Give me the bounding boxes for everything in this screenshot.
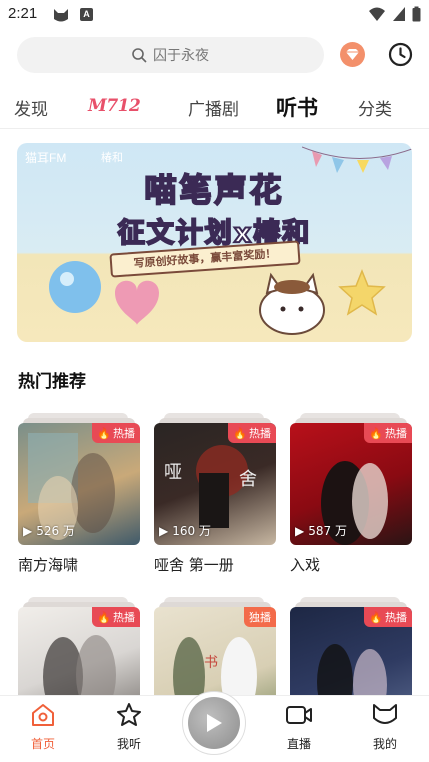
search-bar[interactable]: 囚于永夜: [17, 37, 324, 73]
play-count-icon: ▶: [23, 523, 33, 538]
nav-listen[interactable]: 我听: [99, 702, 159, 752]
bottom-nav: 首页 我听 直播 我的: [0, 692, 429, 762]
a-notification-icon: A: [80, 8, 93, 21]
tab-audiobook[interactable]: 听书: [276, 92, 318, 122]
nav-listen-label: 我听: [116, 737, 141, 751]
svg-text:舍: 舍: [239, 469, 257, 490]
tab-radio-drama[interactable]: 广播剧: [188, 95, 239, 120]
flame-icon: 🔥: [369, 610, 383, 624]
wifi-icon: [369, 7, 385, 21]
play-icon: [207, 714, 222, 732]
book-cover: 哑 舍 🔥 热播 ▶ 160 万: [154, 423, 276, 545]
banner-brand: 猫耳FM: [25, 151, 67, 165]
svg-text:书: 书: [204, 655, 218, 671]
flame-icon: 🔥: [369, 426, 383, 440]
book-title: 南方海啸: [18, 556, 79, 574]
play-count: ▶ 587 万: [295, 523, 347, 539]
tab-m712[interactable]: M712: [88, 96, 141, 116]
hot-badge: 🔥 热播: [228, 423, 276, 443]
book-cover: 🔥 热播 ▶ 587 万: [290, 423, 412, 545]
battery-icon: [412, 6, 421, 22]
nav-home[interactable]: 首页: [13, 702, 73, 752]
svg-text:哑: 哑: [164, 462, 182, 483]
signal-icon: [393, 7, 405, 21]
tab-divider: [0, 128, 429, 129]
hot-badge: 🔥 热播: [92, 607, 140, 627]
banner-title-line2: 征文计划x椿和: [117, 217, 312, 250]
play-count: ▶ 526 万: [23, 523, 75, 539]
flame-icon: 🔥: [233, 426, 247, 440]
nav-mine[interactable]: 我的: [355, 702, 415, 752]
cat-mascot-decoration: [259, 272, 325, 335]
search-icon: [132, 47, 147, 63]
history-clock-icon[interactable]: [388, 42, 413, 67]
play-count-icon: ▶: [295, 523, 305, 538]
banner-title-line1: 喵笔声花: [143, 170, 285, 210]
book-title: 哑舍 第一册: [154, 556, 234, 574]
star-decoration: [338, 268, 386, 316]
section-title-hot: 热门推荐: [18, 372, 86, 392]
flame-icon: 🔥: [97, 610, 111, 624]
hot-badge: 🔥 热播: [364, 607, 412, 627]
tab-discover[interactable]: 发现: [14, 95, 48, 120]
cat-notification-icon: [52, 6, 70, 28]
exclusive-badge: 独播: [244, 607, 276, 627]
home-icon: [32, 704, 54, 726]
nav-mine-label: 我的: [372, 737, 397, 751]
star-icon: [117, 703, 141, 726]
book-cover: 🔥 热播 ▶ 526 万: [18, 423, 140, 545]
nav-live[interactable]: 直播: [269, 702, 329, 752]
cat-face-icon: [373, 704, 397, 724]
gem-button[interactable]: [340, 42, 365, 67]
banner-partner: 椿和: [101, 152, 123, 164]
play-count-icon: ▶: [159, 523, 169, 538]
search-placeholder: 囚于永夜: [153, 48, 209, 64]
nav-home-label: 首页: [30, 737, 55, 751]
balloon-heart-decoration: [49, 261, 159, 325]
promo-banner[interactable]: 猫耳FM 椿和 喵笔声花 征文计划x椿和 写原创好故事，赢丰富奖励！: [17, 143, 412, 342]
status-bar: 2:21 A: [0, 0, 429, 30]
book-title: 入戏: [290, 556, 321, 574]
flame-icon: 🔥: [97, 426, 111, 440]
system-indicators: [368, 6, 421, 22]
nav-live-label: 直播: [286, 737, 311, 751]
play-count: ▶ 160 万: [159, 523, 211, 539]
status-time: 2:21: [8, 5, 38, 22]
now-playing-button[interactable]: [183, 692, 245, 754]
tab-category[interactable]: 分类: [358, 95, 392, 120]
hot-badge: 🔥 热播: [364, 423, 412, 443]
camera-icon: [286, 706, 312, 724]
diamond-icon: [346, 49, 359, 60]
hot-badge: 🔥 热播: [92, 423, 140, 443]
top-tabs: 发现 M712 广播剧 听书 分类: [0, 88, 429, 122]
now-playing-disc: [188, 697, 240, 749]
